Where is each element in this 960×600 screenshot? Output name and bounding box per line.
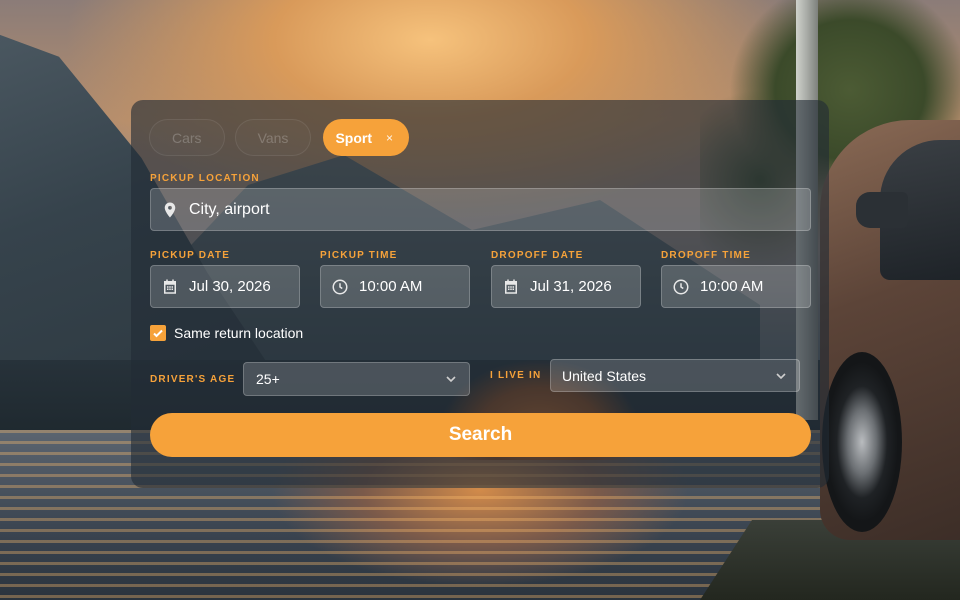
chevron-down-icon xyxy=(776,372,786,379)
dropoff-date-value: Jul 31, 2026 xyxy=(530,278,612,295)
clock-icon xyxy=(673,279,689,294)
pickup-time-input[interactable]: 10:00 AM xyxy=(320,265,470,308)
same-return-label: Same return location xyxy=(174,325,304,341)
country-select[interactable]: United States xyxy=(550,359,800,392)
clock-icon xyxy=(332,279,348,294)
tab-label: Cars xyxy=(172,129,202,146)
dropoff-time-value: 10:00 AM xyxy=(700,278,764,295)
dropoff-date-label: DROPOFF DATE xyxy=(491,250,584,261)
same-return-checkbox[interactable] xyxy=(150,325,166,341)
tab-cars[interactable]: Cars xyxy=(149,119,225,156)
pickup-date-group: PICKUP DATE Jul 30, 2026 xyxy=(150,250,300,308)
pickup-date-value: Jul 30, 2026 xyxy=(189,278,271,295)
same-return-checkbox-row[interactable]: Same return location xyxy=(150,325,303,341)
pickup-date-input[interactable]: Jul 30, 2026 xyxy=(150,265,300,308)
drivers-age-label: DRIVER'S AGE xyxy=(150,374,236,385)
drivers-age-value: 25+ xyxy=(256,371,280,387)
pickup-time-label: PICKUP TIME xyxy=(320,250,398,261)
pickup-location-label: PICKUP LOCATION xyxy=(150,173,260,184)
drivers-age-select[interactable]: 25+ xyxy=(243,362,470,396)
pickup-location-value: City, airport xyxy=(189,200,270,218)
checkmark-icon xyxy=(153,329,163,338)
dropoff-date-input[interactable]: Jul 31, 2026 xyxy=(491,265,641,308)
map-pin-icon xyxy=(164,202,176,217)
calendar-icon xyxy=(164,279,176,294)
car-mirror xyxy=(856,192,908,228)
vehicle-type-tabs: Cars Vans Sport × xyxy=(149,119,811,156)
country-value: United States xyxy=(562,367,647,384)
pickup-date-label: PICKUP DATE xyxy=(150,250,231,261)
tab-label: Sport xyxy=(335,129,372,146)
calendar-icon xyxy=(505,279,517,294)
booking-panel: Cars Vans Sport × PICKUP LOCATION City, … xyxy=(131,100,829,488)
tab-vans[interactable]: Vans xyxy=(234,119,312,156)
dropoff-date-group: DROPOFF DATE Jul 31, 2026 xyxy=(491,250,641,308)
dropoff-time-group: DROPOFF TIME 10:00 AM xyxy=(661,250,811,308)
pickup-location-input[interactable]: City, airport xyxy=(150,188,811,231)
pickup-time-value: 10:00 AM xyxy=(359,278,423,295)
chevron-down-icon xyxy=(446,376,456,383)
country-label: I LIVE IN xyxy=(490,370,542,381)
dropoff-time-input[interactable]: 10:00 AM xyxy=(661,265,811,308)
close-icon[interactable]: × xyxy=(386,131,393,145)
tab-sport[interactable]: Sport × xyxy=(323,119,410,156)
tab-label: Vans xyxy=(257,129,289,146)
car-wheel xyxy=(822,352,902,532)
dropoff-time-label: DROPOFF TIME xyxy=(661,250,751,261)
pickup-time-group: PICKUP TIME 10:00 AM xyxy=(320,250,470,308)
search-button[interactable]: Search xyxy=(150,413,811,457)
search-button-label: Search xyxy=(448,424,513,445)
